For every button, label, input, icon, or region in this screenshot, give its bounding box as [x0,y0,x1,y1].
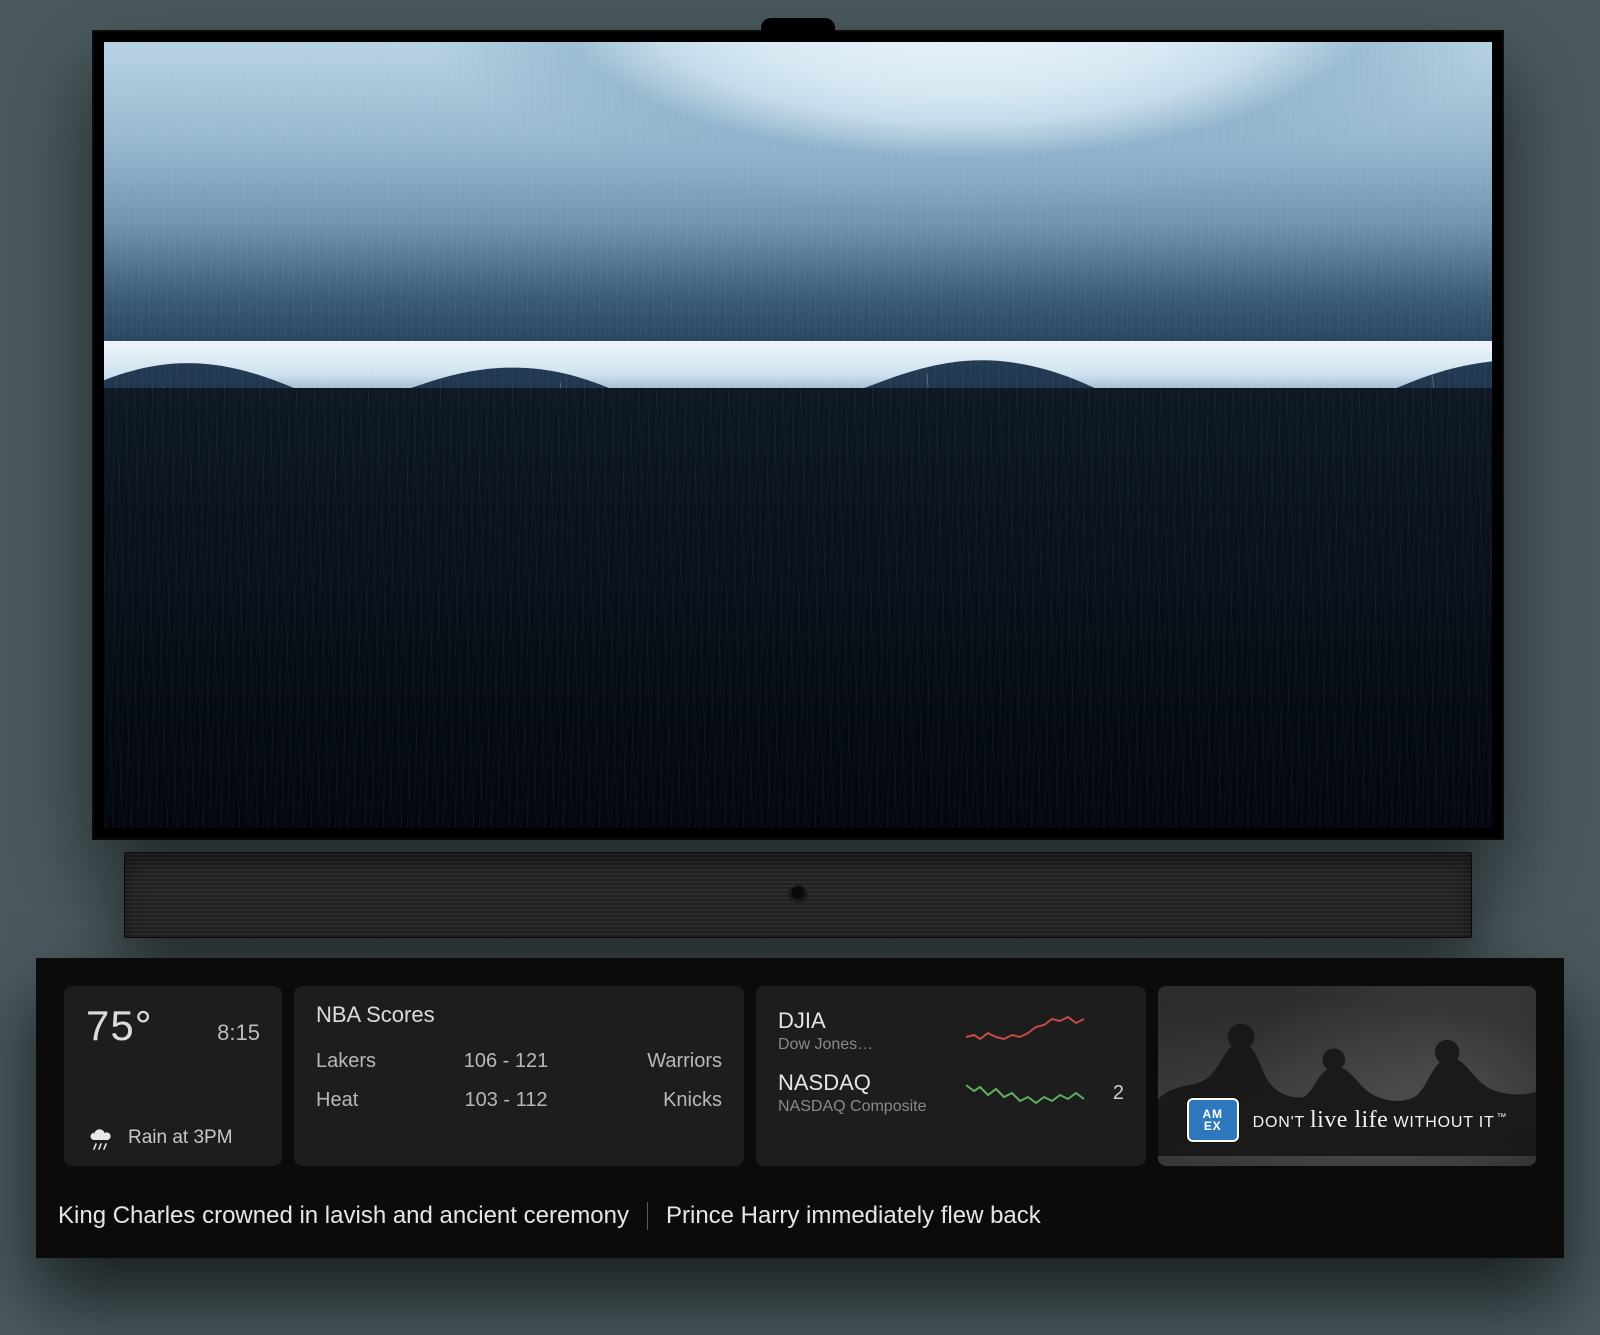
wallpaper-ocean [104,42,1492,828]
score-team-b: Warriors [576,1050,722,1073]
score-value: 106 - 121 [436,1050,576,1073]
stocks-card[interactable]: DJIA Dow Jones… NASDAQ NASDAQ Composite [756,986,1146,1166]
stock-name: Dow Jones… [778,1036,873,1054]
ad-text-post: WITHOUT IT [1394,1114,1495,1131]
tv-screen[interactable] [104,42,1492,828]
score-row: Heat 103 - 112 Knicks [316,1081,722,1120]
weather-card[interactable]: 75° 8:15 Rain at 3 [64,986,282,1166]
news-ticker[interactable]: King Charles crowned in lavish and ancie… [58,1202,1542,1230]
trademark-icon: ™ [1497,1112,1508,1123]
camera-notch [761,18,835,36]
sparkline-up-icon [966,1075,1086,1111]
weather-summary: Rain at 3PM [128,1127,233,1149]
score-row: Lakers 106 - 121 Warriors [316,1042,722,1081]
score-team-a: Lakers [316,1050,436,1073]
amex-badge-icon: AM EX [1187,1098,1239,1142]
ticker-item: King Charles crowned in lavish and ancie… [58,1202,629,1230]
stock-row: NASDAQ NASDAQ Composite 2 [778,1064,1124,1126]
ad-copy: AM EX DON'T live life WITHOUT IT™ [1158,1098,1536,1142]
score-team-b: Knicks [576,1089,722,1112]
smart-display-bar: 75° 8:15 Rain at 3 [36,958,1564,1258]
stock-price-fragment: 2 [1096,1082,1124,1105]
ticker-separator-icon [647,1202,648,1230]
ad-card[interactable]: AM EX DON'T live life WITHOUT IT™ [1158,986,1536,1166]
ticker-item: Prince Harry immediately flew back [666,1202,1041,1230]
sparkline-down-icon [966,1013,1086,1049]
stock-symbol: DJIA [778,1008,873,1034]
soundbar [124,852,1472,938]
ad-text-script: live life [1310,1107,1388,1133]
score-value: 103 - 112 [436,1089,576,1112]
ad-text-pre: DON'T [1253,1114,1305,1131]
stock-row: DJIA Dow Jones… [778,1002,1124,1064]
scores-card[interactable]: NBA Scores Lakers 106 - 121 Warriors Hea… [294,986,744,1166]
scores-title: NBA Scores [316,1002,722,1028]
soundbar-indicator-icon [788,885,808,905]
weather-time: 8:15 [217,1020,260,1046]
score-team-a: Heat [316,1089,436,1112]
stock-name: NASDAQ Composite [778,1098,927,1116]
tv-frame [92,30,1504,840]
stock-symbol: NASDAQ [778,1070,927,1096]
weather-temperature: 75° [86,1002,153,1050]
rain-cloud-icon [86,1126,116,1150]
